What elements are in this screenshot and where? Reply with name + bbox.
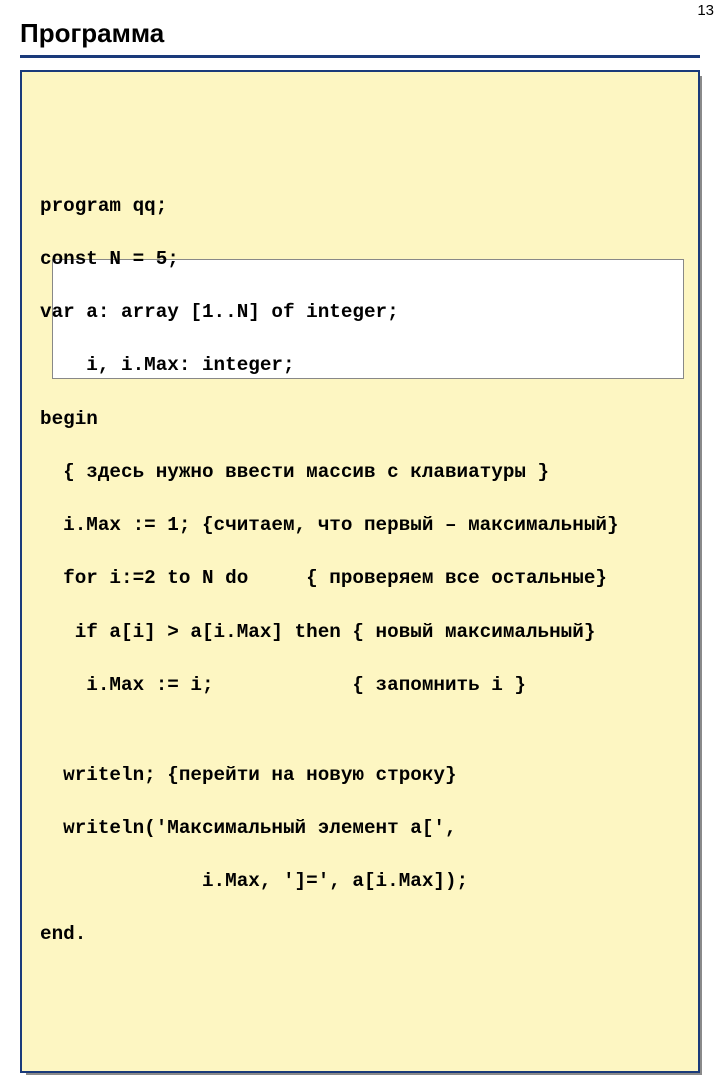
blank-gap [40, 725, 682, 735]
code-line: var a: array [1..N] of integer; [40, 299, 682, 326]
page-title: Программа [20, 18, 700, 58]
code-line: end. [40, 921, 682, 948]
code-line: { здесь нужно ввести массив с клавиатуры… [40, 459, 682, 486]
code-line: i.Max := i; { запомнить i } [40, 672, 682, 699]
code-line: i, i.Max: integer; [40, 352, 682, 379]
code-line: i.Max := 1; {считаем, что первый – макси… [40, 512, 682, 539]
code-line: begin [40, 406, 682, 433]
code-line: writeln; {перейти на новую строку} [40, 762, 682, 789]
code-line: if a[i] > a[i.Max] then { новый максимал… [40, 619, 682, 646]
code-line: const N = 5; [40, 246, 682, 273]
code-block: program qq; const N = 5; var a: array [1… [20, 70, 700, 1073]
page-number: 13 [697, 2, 714, 19]
slide: 13 Программа program qq; const N = 5; va… [0, 0, 720, 540]
code-line: for i:=2 to N do { проверяем все остальн… [40, 565, 682, 592]
code-line: writeln('Максимальный элемент a[', [40, 815, 682, 842]
code-line: i.Max, ']=', a[i.Max]); [40, 868, 682, 895]
code-box: program qq; const N = 5; var a: array [1… [20, 70, 700, 1073]
code-line: program qq; [40, 193, 682, 220]
code-content: program qq; const N = 5; var a: array [1… [40, 166, 682, 1001]
